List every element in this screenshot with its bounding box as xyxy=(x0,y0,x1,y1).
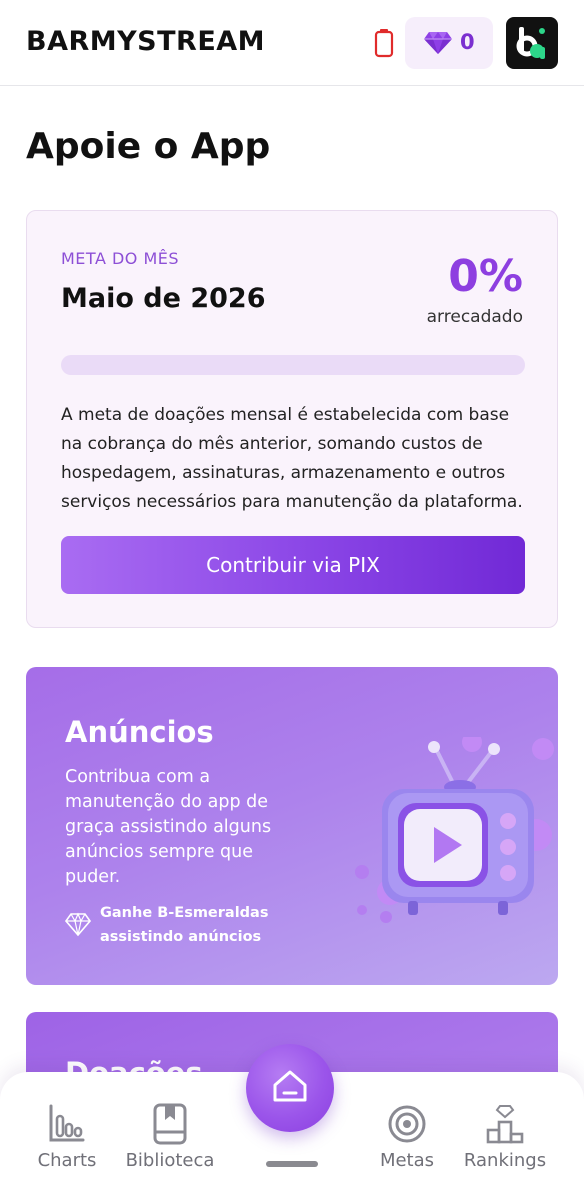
ads-card[interactable]: Anúncios Contribua com a manutenção do a… xyxy=(26,667,558,985)
ads-description: Contribua com a manutenção do app de gra… xyxy=(65,767,272,887)
app-logo[interactable] xyxy=(506,17,558,69)
gem-icon xyxy=(424,32,452,54)
brand-title: BARMYSTREAM xyxy=(26,26,266,57)
home-icon xyxy=(273,1070,307,1102)
goal-progress-bar xyxy=(61,355,525,375)
diamond-outline-icon xyxy=(65,912,91,937)
goal-month: Maio de 2026 xyxy=(61,283,266,314)
ads-perk: Ganhe B-Esmeraldas assistindo anúncios xyxy=(100,905,269,945)
home-indicator xyxy=(266,1161,318,1167)
nav-label-charts: Charts xyxy=(37,1150,97,1171)
goal-eyebrow: META DO MÊS xyxy=(61,249,180,268)
app-header: BARMYSTREAM 0 xyxy=(0,0,584,86)
contribute-pix-button[interactable]: Contribuir via PIX xyxy=(61,536,525,594)
ads-title: Anúncios xyxy=(65,715,214,749)
nav-label-library: Biblioteca xyxy=(125,1150,215,1171)
library-icon xyxy=(153,1103,187,1145)
nav-item-charts[interactable]: Charts xyxy=(17,1102,117,1171)
nav-item-library[interactable]: Biblioteca xyxy=(120,1102,220,1171)
target-icon xyxy=(388,1105,426,1143)
goal-percent: 0% xyxy=(448,251,523,302)
nav-item-goals[interactable]: Metas xyxy=(357,1102,457,1171)
home-button[interactable] xyxy=(246,1044,334,1132)
nav-label-goals: Metas xyxy=(379,1150,435,1171)
goal-description: A meta de doações mensal é estabelecida … xyxy=(61,405,523,512)
gem-count: 0 xyxy=(460,30,475,54)
nav-item-rankings[interactable]: Rankings xyxy=(455,1102,555,1171)
nav-label-rankings: Rankings xyxy=(463,1150,547,1171)
battery-low-icon xyxy=(374,29,394,58)
gem-balance[interactable]: 0 xyxy=(405,17,493,69)
monthly-goal-card: META DO MÊS Maio de 2026 0% arrecadado A… xyxy=(26,210,558,628)
page-title: Apoie o App xyxy=(26,126,271,167)
charts-icon xyxy=(49,1104,85,1142)
app-logo-icon xyxy=(516,27,545,59)
tv-play-icon xyxy=(355,737,554,923)
goal-raised-label: arrecadado xyxy=(426,307,523,327)
podium-icon xyxy=(486,1105,524,1144)
